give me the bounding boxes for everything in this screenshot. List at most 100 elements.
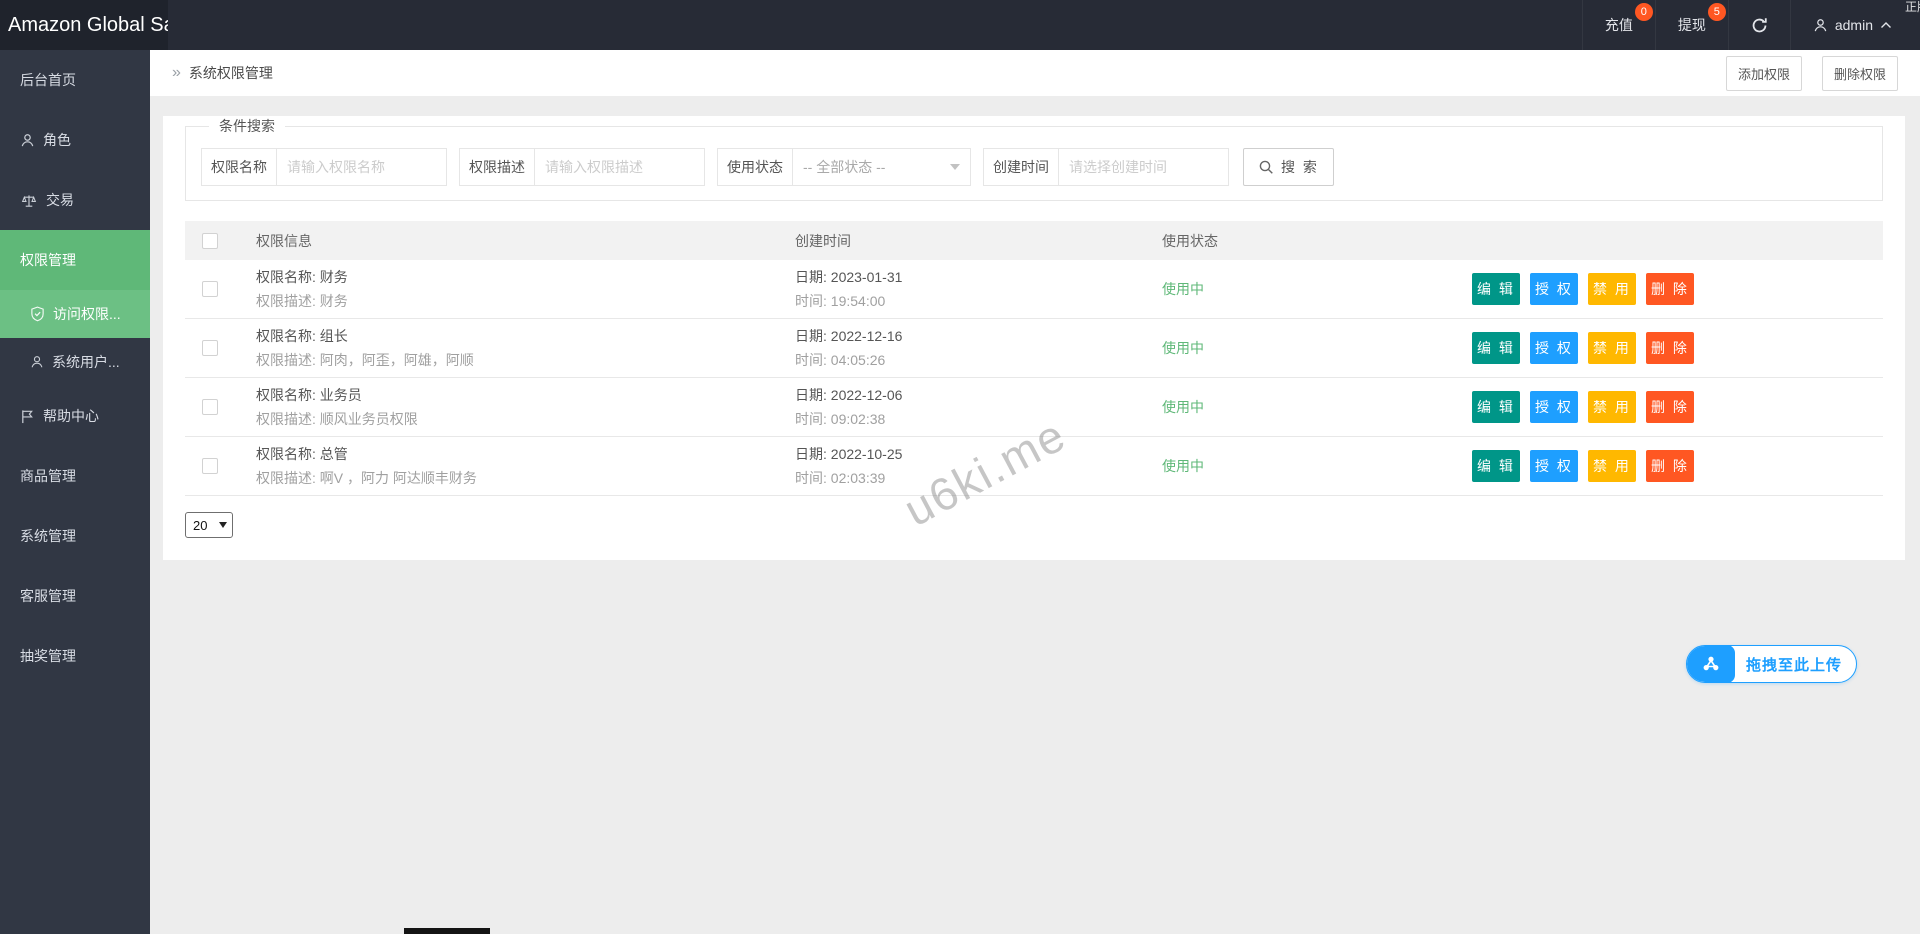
authorize-button[interactable]: 授 权 [1530,450,1578,482]
authorize-button[interactable]: 授 权 [1530,332,1578,364]
field-permission-desc: 权限描述 [459,148,705,186]
authorize-button[interactable]: 授 权 [1530,273,1578,305]
user-menu[interactable]: 正版 admin [1789,0,1920,50]
sidebar-item-support[interactable]: 客服管理 [0,566,150,626]
top-header: Amazon Global Sales... 充值 0 提现 5 正版 admi… [0,0,1920,50]
perm-name: 总管 [319,446,348,462]
perm-desc-label: 权限描述: [256,470,320,486]
perm-desc: 顺风业务员权限 [319,411,418,427]
table-header: 权限信息 创建时间 使用状态 [185,221,1883,260]
disable-button[interactable]: 禁 用 [1588,332,1636,364]
recharge-button[interactable]: 充值 0 [1581,0,1655,50]
edit-button[interactable]: 编 辑 [1472,450,1520,482]
delete-button[interactable]: 删 除 [1646,332,1694,364]
row-checkbox[interactable] [202,281,218,297]
license-tag: 正版 [1904,0,1920,14]
withdraw-badge: 5 [1707,3,1726,21]
create-time-input[interactable] [1059,148,1229,186]
upload-label: 拖拽至此上传 [1745,656,1842,674]
sidebar-item-system[interactable]: 系统管理 [0,506,150,566]
table-row: 权限名称: 组长 权限描述: 阿肉，阿歪，阿雄，阿顺 日期: 2022-12-1… [185,319,1883,378]
row-checkbox[interactable] [202,458,218,474]
usage-status-label: 使用状态 [717,148,793,186]
sidebar-item-label: 客服管理 [20,588,76,604]
status-badge: 使用中 [1162,281,1204,297]
status-badge: 使用中 [1162,458,1204,474]
col-header-time: 创建时间 [795,232,851,249]
search-button-label: 搜 索 [1281,159,1319,175]
sidebar-item-label: 权限管理 [20,252,76,268]
date-value: 2022-12-16 [830,328,903,344]
bottom-window-fragment [404,928,490,934]
page-size-wrap: 20 [185,512,233,538]
sidebar-group-permissions[interactable]: 权限管理 [0,230,150,290]
time-value: 09:02:38 [830,411,886,427]
refresh-button[interactable] [1727,0,1790,50]
delete-button[interactable]: 删 除 [1646,273,1694,305]
user-icon [1813,18,1828,33]
table-row: 权限名称: 业务员 权限描述: 顺风业务员权限 日期: 2022-12-06 时… [185,378,1883,437]
delete-permission-button[interactable]: 删除权限 [1821,55,1898,91]
date-label: 日期: [795,269,831,285]
col-header-status: 使用状态 [1162,232,1218,249]
edit-button[interactable]: 编 辑 [1472,391,1520,423]
authorize-button[interactable]: 授 权 [1530,391,1578,423]
user-name: admin [1834,17,1873,33]
perm-desc-label: 权限描述: [256,411,320,427]
sidebar-item-access-permissions[interactable]: 访问权限... [0,290,150,338]
permission-desc-label: 权限描述 [459,148,535,186]
shield-check-icon [30,306,45,322]
status-badge: 使用中 [1162,340,1204,356]
perm-name-label: 权限名称: [256,328,320,344]
cloud-cluster-icon [1686,646,1735,682]
search-button[interactable]: 搜 索 [1243,148,1334,186]
date-value: 2022-10-25 [830,446,903,462]
upload-dropzone[interactable]: 拖拽至此上传 [1685,645,1857,683]
select-all-checkbox[interactable] [202,232,218,249]
sidebar-item-roles[interactable]: 角色 [0,110,150,170]
sidebar-item-label: 系统用户... [52,354,120,370]
add-permission-button[interactable]: 添加权限 [1725,55,1802,91]
user-icon [30,355,44,369]
app-logo: Amazon Global Sales... [0,0,168,50]
disable-button[interactable]: 禁 用 [1588,450,1636,482]
sidebar-item-label: 系统管理 [20,528,76,544]
withdraw-button[interactable]: 提现 5 [1654,0,1728,50]
usage-status-value: -- 全部状态 -- [803,159,886,175]
sidebar-item-products[interactable]: 商品管理 [0,446,150,506]
permission-name-input[interactable] [277,148,447,186]
perm-name: 组长 [319,328,348,344]
sidebar-item-label: 交易 [46,192,74,208]
delete-button[interactable]: 删 除 [1646,391,1694,423]
sidebar-item-home[interactable]: 后台首页 [0,50,150,110]
page-title: 系统权限管理 [188,65,273,81]
content-card: 条件搜索 权限名称 权限描述 使用状态 -- 全部状态 -- [163,116,1905,560]
disable-button[interactable]: 禁 用 [1588,391,1636,423]
perm-name-label: 权限名称: [256,387,320,403]
sidebar-item-lottery[interactable]: 抽奖管理 [0,626,150,686]
flag-icon [20,409,35,424]
sidebar-item-help-center[interactable]: 帮助中心 [0,386,150,446]
permission-desc-input[interactable] [535,148,705,186]
delete-button[interactable]: 删 除 [1646,450,1694,482]
scales-icon [20,193,38,208]
perm-name: 业务员 [319,387,362,403]
search-panel-legend: 条件搜索 [219,118,275,134]
edit-button[interactable]: 编 辑 [1472,273,1520,305]
row-checkbox[interactable] [202,340,218,356]
perm-desc: 啊V ，阿力 阿达顺丰财务 [319,470,477,486]
sidebar-item-label: 访问权限... [53,306,121,322]
field-usage-status: 使用状态 -- 全部状态 -- [717,148,971,186]
status-badge: 使用中 [1162,399,1204,415]
edit-button[interactable]: 编 辑 [1472,332,1520,364]
sidebar-item-system-users[interactable]: 系统用户... [0,338,150,386]
disable-button[interactable]: 禁 用 [1588,273,1636,305]
page-actions: 添加权限 删除权限 [1725,55,1898,91]
withdraw-label: 提现 [1677,17,1706,33]
date-label: 日期: [795,446,831,462]
usage-status-select[interactable]: -- 全部状态 -- [793,148,971,186]
search-form: 权限名称 权限描述 使用状态 -- 全部状态 -- 创建时间 [201,148,1867,186]
page-size-select[interactable]: 20 [185,512,233,538]
row-checkbox[interactable] [202,399,218,415]
sidebar-item-transactions[interactable]: 交易 [0,170,150,230]
